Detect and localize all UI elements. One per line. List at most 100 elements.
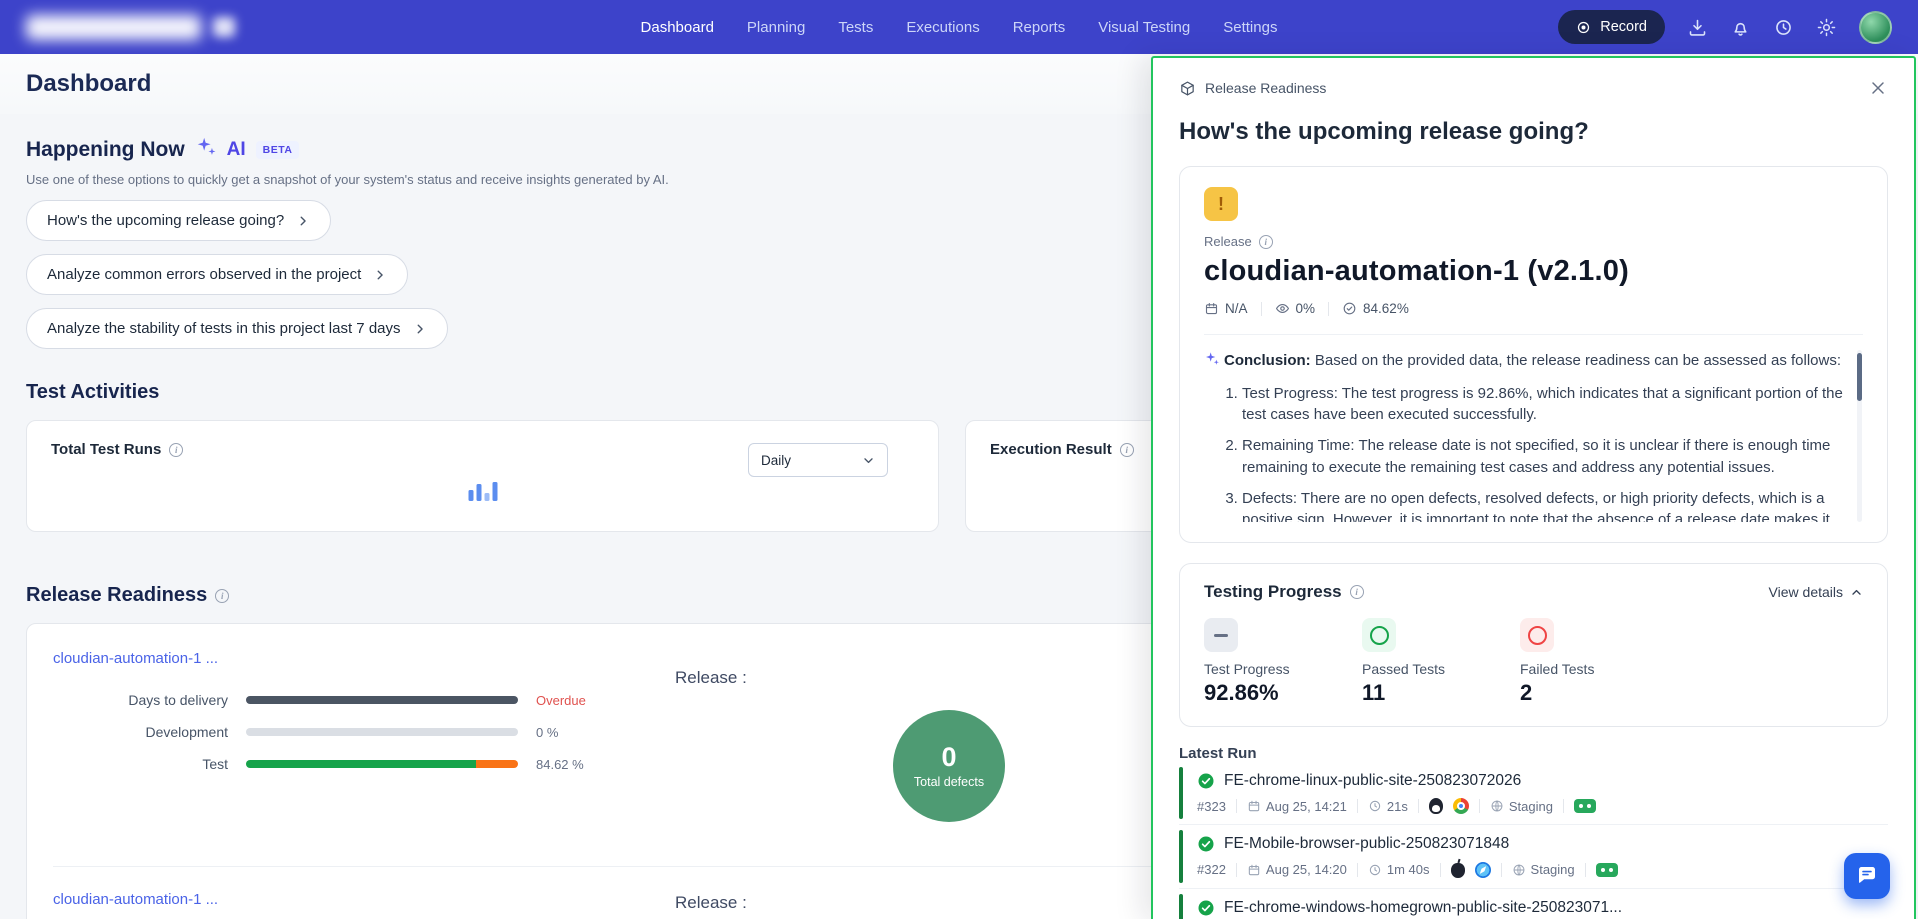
panel-question-title: How's the upcoming release going? (1179, 118, 1888, 146)
agent-badge-icon (1574, 799, 1596, 813)
record-button[interactable]: Record (1558, 10, 1665, 44)
release-link[interactable]: cloudian-automation-1 ... (53, 891, 218, 908)
chrome-icon (1453, 798, 1469, 814)
info-icon[interactable] (1120, 443, 1134, 457)
conclusion-heading: Conclusion: (1224, 352, 1311, 369)
top-nav: Dashboard Planning Tests Executions Repo… (0, 0, 1918, 54)
info-icon[interactable] (169, 443, 183, 457)
globe-icon (1512, 863, 1526, 877)
minus-icon (1204, 618, 1238, 652)
prompt-label: Analyze the stability of tests in this p… (47, 320, 401, 337)
stat-failed-tests: Failed Tests 2 (1520, 618, 1678, 706)
calendar-icon (1247, 863, 1261, 877)
record-label: Record (1600, 19, 1647, 35)
run-name: FE-chrome-windows-homegrown-public-site-… (1224, 899, 1622, 917)
run-id: #322 (1197, 862, 1226, 877)
conclusion-point: Test Progress: The test progress is 92.8… (1242, 383, 1845, 427)
history-button[interactable] (1773, 17, 1794, 38)
divider (1585, 863, 1586, 877)
release-date-value: N/A (1225, 301, 1248, 316)
download-button[interactable] (1687, 17, 1708, 38)
app-logo[interactable] (26, 15, 641, 40)
prompt-label: How's the upcoming release going? (47, 212, 284, 229)
info-icon[interactable] (215, 589, 229, 603)
total-defects-circle: 0 Total defects (893, 710, 1005, 822)
nav-item-settings[interactable]: Settings (1223, 19, 1277, 36)
run-date-value: Aug 25, 14:20 (1266, 862, 1347, 877)
latest-run-title: Latest Run (1179, 745, 1888, 762)
conclusion-list: Test Progress: The test progress is 92.8… (1204, 383, 1845, 523)
user-avatar[interactable] (1859, 11, 1892, 44)
stat-label: Passed Tests (1362, 661, 1520, 677)
gear-icon (1816, 17, 1837, 38)
divider (1501, 863, 1502, 877)
calendar-icon (1204, 301, 1219, 316)
run-status-accent (1179, 767, 1183, 819)
nav-item-executions[interactable]: Executions (906, 19, 979, 36)
warning-icon (1204, 187, 1238, 221)
defects-label: Total defects (914, 775, 984, 789)
period-select[interactable]: Daily (748, 443, 888, 477)
prompt-test-stability[interactable]: Analyze the stability of tests in this p… (26, 308, 448, 349)
run-name: FE-Mobile-browser-public-250823071848 (1224, 835, 1509, 853)
run-duration-value: 1m 40s (1387, 862, 1430, 877)
nav-item-planning[interactable]: Planning (747, 19, 805, 36)
run-duration: 1m 40s (1368, 862, 1430, 877)
divider (1261, 302, 1262, 316)
nav-item-visual-testing[interactable]: Visual Testing (1098, 19, 1190, 36)
nav-item-tests[interactable]: Tests (838, 19, 873, 36)
release-coverage-stat: 0% (1275, 301, 1316, 316)
stat-value: 2 (1520, 680, 1678, 706)
close-panel-button[interactable] (1868, 78, 1888, 98)
clock-icon (1368, 863, 1382, 877)
run-date-value: Aug 25, 14:21 (1266, 799, 1347, 814)
release-readiness-label: Release Readiness (26, 584, 207, 607)
period-value: Daily (761, 453, 791, 468)
scrollbar-thumb[interactable] (1857, 353, 1862, 401)
run-duration-value: 21s (1387, 799, 1408, 814)
agent-badge-icon (1596, 863, 1618, 877)
record-icon (1576, 20, 1591, 35)
beta-badge: BETA (256, 141, 300, 159)
globe-icon (1490, 799, 1504, 813)
testing-progress-title: Testing Progress (1204, 582, 1342, 602)
linux-icon (1429, 798, 1443, 814)
stat-value: 92.86% (1204, 680, 1362, 706)
prompt-common-errors[interactable]: Analyze common errors observed in the pr… (26, 254, 408, 295)
view-details-button[interactable]: View details (1769, 584, 1863, 600)
nav-actions: Record (1277, 10, 1892, 44)
chevron-right-icon (413, 322, 427, 336)
row-label: Development (53, 724, 228, 740)
release-summary-card: Release cloudian-automation-1 (v2.1.0) N… (1179, 166, 1888, 543)
bell-icon (1730, 17, 1751, 38)
panel-header-label: Release Readiness (1205, 80, 1326, 96)
stat-label: Failed Tests (1520, 661, 1678, 677)
run-item[interactable]: FE-chrome-linux-public-site-250823072026… (1179, 762, 1888, 825)
release-date-stat: N/A (1204, 301, 1248, 316)
info-icon[interactable] (1259, 235, 1273, 249)
settings-button[interactable] (1816, 17, 1837, 38)
ai-conclusion-scroll-area[interactable]: Conclusion: Based on the provided data, … (1204, 350, 1863, 522)
run-id: #323 (1197, 799, 1226, 814)
run-environment: Staging (1512, 862, 1575, 877)
run-item[interactable]: FE-Mobile-browser-public-250823071848 #3… (1179, 825, 1888, 889)
success-check-icon (1197, 899, 1215, 917)
passed-circle-icon (1362, 618, 1396, 652)
chevron-right-icon (296, 214, 310, 228)
info-icon[interactable] (1350, 585, 1364, 599)
stat-test-progress: Test Progress 92.86% (1204, 618, 1362, 706)
success-check-icon (1197, 835, 1215, 853)
stat-value: 11 (1362, 680, 1520, 706)
chat-fab-button[interactable] (1844, 853, 1890, 899)
notifications-button[interactable] (1730, 17, 1751, 38)
prompt-release-going[interactable]: How's the upcoming release going? (26, 200, 331, 241)
run-item[interactable]: FE-chrome-windows-homegrown-public-site-… (1179, 889, 1888, 919)
row-status: 0 % (536, 725, 558, 740)
nav-item-dashboard[interactable]: Dashboard (641, 19, 714, 36)
run-date: Aug 25, 14:21 (1247, 799, 1347, 814)
safari-icon (1475, 862, 1491, 878)
execution-result-label: Execution Result (990, 441, 1112, 458)
nav-item-reports[interactable]: Reports (1013, 19, 1066, 36)
release-link[interactable]: cloudian-automation-1 ... (53, 650, 218, 667)
chat-icon (1855, 864, 1879, 888)
